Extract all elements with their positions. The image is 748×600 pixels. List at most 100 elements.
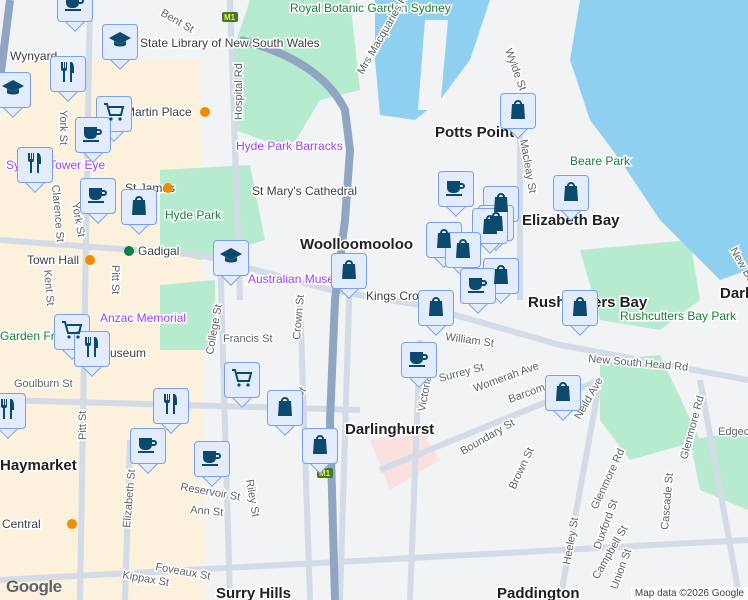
marker-box [50,56,86,92]
cafe-icon [444,175,468,204]
cafe-icon [200,445,224,474]
marker-shopping[interactable] [562,290,598,336]
label-hyde-park-barracks[interactable]: Hyde Park Barracks [235,138,345,155]
label-rushcutters-bay-park[interactable]: Rushcutters Bay Park [619,308,739,325]
marker-restaurant[interactable] [17,147,53,193]
metro-icon [124,246,134,256]
cafe-icon [466,272,490,301]
label-martin-place[interactable]: Martin Place [124,104,194,121]
map-canvas[interactable]: M1 M1 Woolloomooloo Potts Point Elizabet… [0,0,748,600]
marker-shopping[interactable] [545,375,581,421]
marker-box [401,342,437,378]
label-surry-hills[interactable]: Surry Hills [215,584,293,600]
marker-cafe[interactable] [130,428,166,474]
label-town-hall[interactable]: Town Hall [26,252,81,269]
marker-shopping[interactable] [267,390,303,436]
education-icon [219,244,243,273]
label-paddington[interactable]: Paddington [496,584,582,600]
marker-shopping[interactable] [121,189,157,235]
street-label: Riley St [243,478,261,517]
street-label: Edgecliff Rd [718,426,748,438]
restaurant-icon [23,151,47,180]
map-attribution[interactable]: Map data ©2026 Google [630,587,748,600]
marker-shopping-cart[interactable] [224,362,260,408]
shopping-cart-icon [230,366,254,395]
label-woolloomooloo[interactable]: Woolloomooloo [299,235,415,255]
street-label: Brown St [507,446,537,492]
elizabeth-bay-water [570,0,748,280]
marker-cafe[interactable] [75,117,111,163]
botanic-garden [230,0,360,150]
street-label: New Beach Rd [727,246,748,316]
google-logo[interactable]: Google [6,577,62,597]
label-haymarket[interactable]: Haymarket [0,456,78,476]
marker-shopping[interactable] [418,290,454,336]
street-label: Hospital Rd [233,63,245,120]
marker-box [153,388,189,424]
marker-box [418,290,454,326]
marker-box [57,0,93,22]
label-hyde-park[interactable]: Hyde Park [164,207,224,224]
cafe-icon [63,0,87,19]
map-base: M1 M1 Woolloomooloo Potts Point Elizabet… [0,0,748,600]
label-botanic-garden[interactable]: Royal Botanic Garden Sydney [289,0,453,17]
marker-box [224,362,260,398]
marker-education[interactable] [102,24,138,70]
marker-shopping[interactable] [302,428,338,474]
marker-restaurant[interactable] [50,56,86,102]
street-label: Pitt St [109,265,121,294]
m1-shield-north-label: M1 [224,13,236,22]
street-label: Francis St [223,333,273,345]
marker-cafe[interactable] [438,171,474,217]
shopping-icon [559,179,583,208]
label-st-marys-cathedral[interactable]: St Mary's Cathedral [251,183,359,200]
marker-shopping[interactable] [553,175,589,221]
cafe-icon [86,182,110,211]
marker-box [0,72,31,108]
marker-cafe[interactable] [57,0,93,32]
marker-box [562,290,598,326]
train-icon [67,519,77,529]
marker-box [102,24,138,60]
marker-cafe[interactable] [80,178,116,224]
marker-cafe[interactable] [401,342,437,388]
shopping-icon [478,212,502,241]
marker-restaurant[interactable] [74,331,110,377]
cafe-icon [407,346,431,375]
label-darlinghurst[interactable]: Darlinghurst [344,420,436,440]
marker-box [213,240,249,276]
street-label: Goulburn St [14,378,73,390]
shopping-icon [127,193,151,222]
label-central[interactable]: Central [1,516,43,533]
marker-cafe[interactable] [194,441,230,487]
train-icon [200,107,210,117]
label-darling-point[interactable]: Darling [719,284,748,304]
marker-restaurant[interactable] [0,393,26,439]
education-icon [108,28,132,57]
marker-shopping[interactable] [331,253,367,299]
shopping-icon [551,379,575,408]
marker-education[interactable] [213,240,249,286]
label-state-library[interactable]: State Library of New South Wales [139,35,322,52]
shopping-icon [337,257,361,286]
label-anzac-memorial[interactable]: Anzac Memorial [99,310,188,327]
train-icon [85,255,95,265]
shopping-icon [273,394,297,423]
street-label: Wylde St [502,47,528,92]
shopping-icon [506,97,530,126]
marker-box [17,147,53,183]
marker-box [130,428,166,464]
restaurant-icon [159,392,183,421]
street-label: York St [57,110,69,145]
cafe-icon [136,432,160,461]
marker-box [545,375,581,411]
marker-shopping[interactable] [500,93,536,139]
shopping-icon [568,294,592,323]
marker-box [553,175,589,211]
label-gadigal[interactable]: Gadigal [137,243,181,260]
education-icon [1,76,25,105]
label-beare-park[interactable]: Beare Park [569,153,633,170]
marker-restaurant[interactable] [153,388,189,434]
marker-education[interactable] [0,72,31,118]
street-label: Cascade St [659,473,676,531]
